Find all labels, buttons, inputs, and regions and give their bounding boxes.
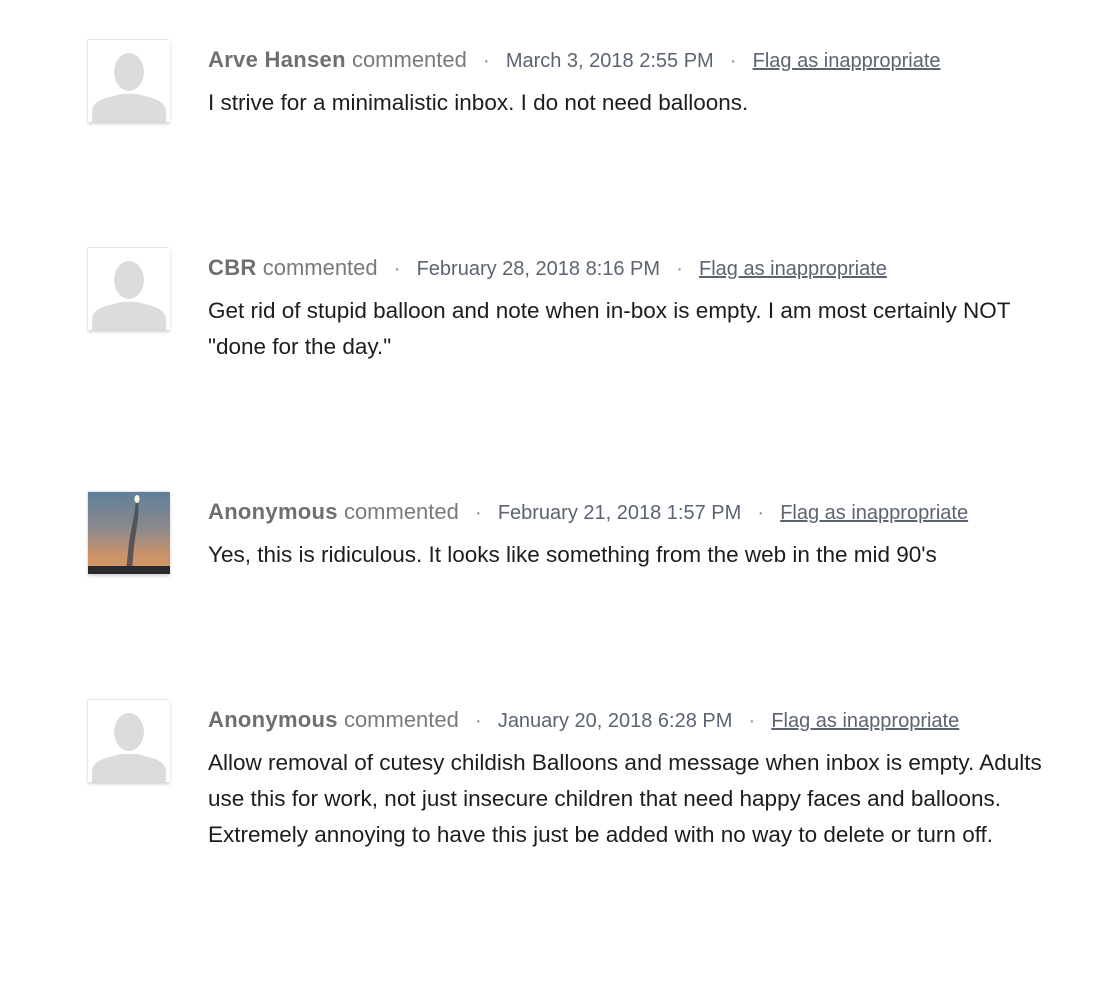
separator: ·	[475, 502, 482, 524]
comment-text: Get rid of stupid balloon and note when …	[208, 298, 1011, 359]
comment-meta: CBR commented · February 28, 2018 8:16 P…	[208, 248, 1048, 289]
separator: ·	[676, 258, 683, 280]
separator: ·	[483, 50, 490, 72]
comment-body: CBR commented · February 28, 2018 8:16 P…	[208, 248, 1048, 365]
default-person-icon	[88, 248, 170, 330]
comment-date: January 20, 2018 6:28 PM	[497, 710, 733, 732]
avatar[interactable]	[88, 492, 170, 574]
comment-author: Arve Hansen	[208, 47, 346, 72]
comment-text: Yes, this is ridiculous. It looks like s…	[208, 542, 937, 567]
comment-text: Allow removal of cutesy childish Balloon…	[208, 750, 1042, 847]
rocket-launch-photo	[88, 492, 170, 574]
comment-body: Anonymous commented · February 21, 2018 …	[208, 492, 1048, 573]
comment-verb: commented	[351, 47, 467, 72]
comment-date: February 28, 2018 8:16 PM	[416, 258, 661, 280]
comment-date: March 3, 2018 2:55 PM	[505, 50, 714, 72]
avatar[interactable]	[88, 248, 170, 330]
comment-verb: commented	[262, 255, 378, 280]
separator: ·	[729, 50, 737, 72]
comment-meta: Anonymous commented · January 20, 2018 6…	[208, 700, 1048, 741]
comment-body: Anonymous commented · January 20, 2018 6…	[208, 700, 1048, 853]
comment-text: I strive for a minimalistic inbox. I do …	[208, 90, 749, 115]
comment-verb: commented	[343, 499, 459, 524]
separator: ·	[748, 710, 756, 732]
flag-link[interactable]: Flag as inappropriate	[699, 258, 887, 280]
comment-meta: Arve Hansen commented · March 3, 2018 2:…	[208, 40, 1048, 81]
avatar[interactable]	[88, 40, 170, 122]
separator: ·	[475, 710, 482, 732]
separator: ·	[393, 258, 401, 280]
comment-date: February 21, 2018 1:57 PM	[497, 502, 742, 524]
flag-link[interactable]: Flag as inappropriate	[753, 50, 941, 72]
default-person-icon	[88, 700, 170, 782]
comment-author: CBR	[208, 255, 257, 280]
comment-body: Arve Hansen commented · March 3, 2018 2:…	[208, 40, 1048, 121]
comment-author: Anonymous	[208, 707, 338, 732]
comment-meta: Anonymous commented · February 21, 2018 …	[208, 492, 1048, 533]
comment-verb: commented	[343, 707, 459, 732]
separator: ·	[757, 502, 765, 524]
default-person-icon	[88, 40, 170, 122]
avatar[interactable]	[88, 700, 170, 782]
flag-link[interactable]: Flag as inappropriate	[771, 710, 959, 732]
comment-author: Anonymous	[208, 499, 338, 524]
flag-link[interactable]: Flag as inappropriate	[780, 502, 968, 524]
